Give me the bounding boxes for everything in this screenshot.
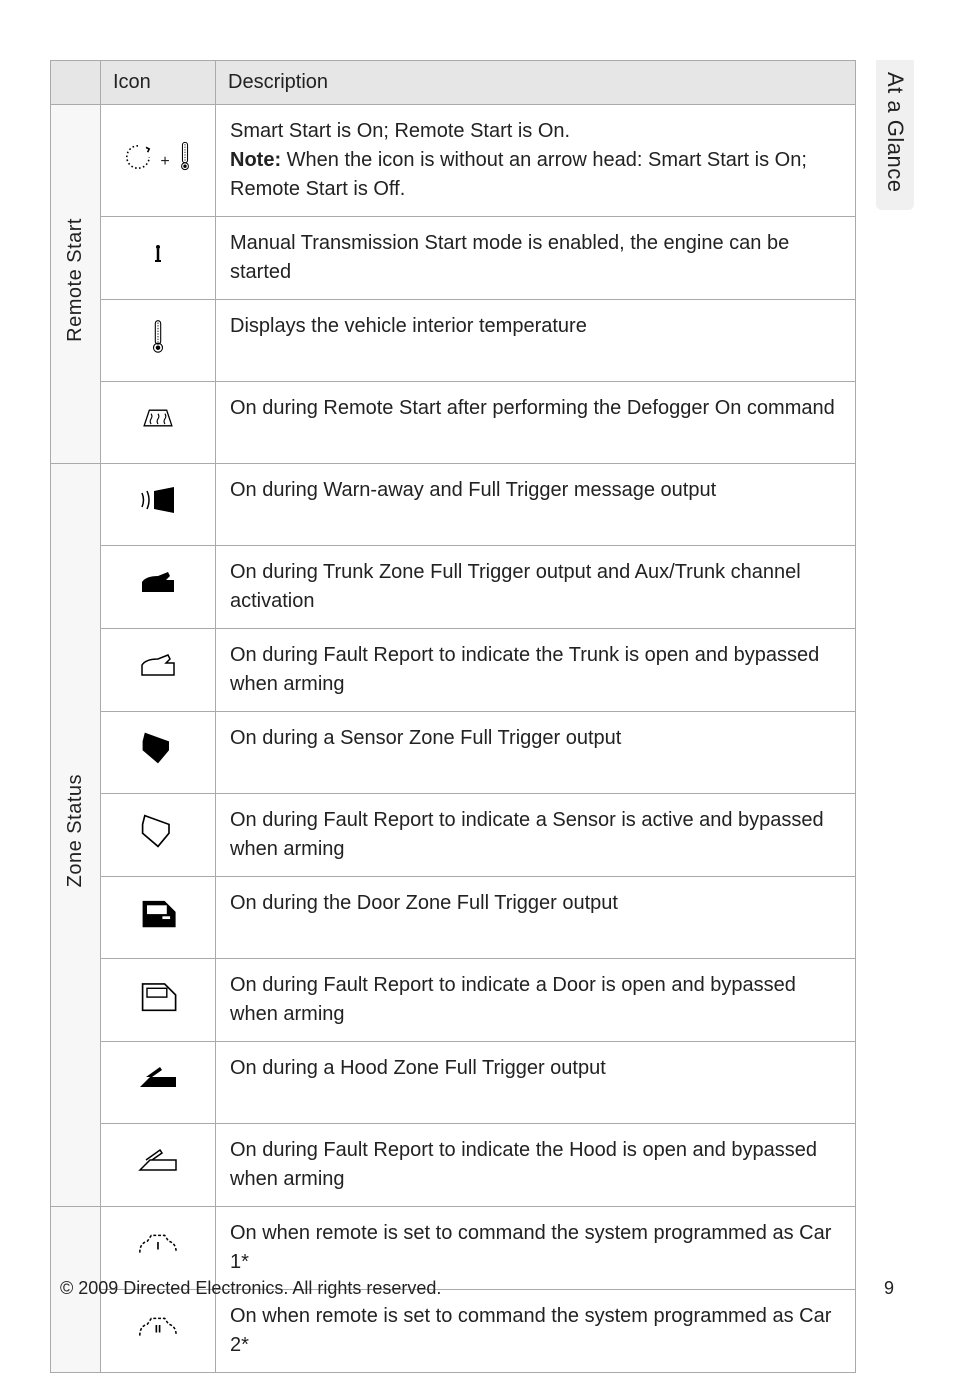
desc-cell: On during a Hood Zone Full Trigger outpu… bbox=[216, 1042, 856, 1124]
smart-start-remote-start-icon: + bbox=[101, 105, 216, 217]
page-number: 9 bbox=[884, 1278, 894, 1299]
desc-cell: On during Fault Report to indicate a Sen… bbox=[216, 794, 856, 877]
door-solid-icon bbox=[101, 877, 216, 959]
copyright-text: © 2009 Directed Electronics. All rights … bbox=[60, 1278, 441, 1299]
section-tab: At a Glance bbox=[876, 60, 914, 210]
trunk-outline-icon bbox=[101, 629, 216, 712]
sensor-outline-icon bbox=[101, 794, 216, 877]
desc-cell: On during Fault Report to indicate the T… bbox=[216, 629, 856, 712]
desc-cell: On during Fault Report to indicate a Doo… bbox=[216, 959, 856, 1042]
desc-cell: On during Warn-away and Full Trigger mes… bbox=[216, 464, 856, 546]
icon-description-table: Icon Description Remote Start + bbox=[50, 60, 856, 1373]
thermometer-icon bbox=[101, 300, 216, 382]
header-icon: Icon bbox=[101, 61, 216, 105]
note-label: Note: bbox=[230, 149, 281, 171]
manual-transmission-icon bbox=[101, 217, 216, 300]
desc-cell: Manual Transmission Start mode is enable… bbox=[216, 217, 856, 300]
desc-text: When the icon is without an arrow head: … bbox=[230, 149, 807, 200]
desc-cell: Displays the vehicle interior temperatur… bbox=[216, 300, 856, 382]
door-outline-icon bbox=[101, 959, 216, 1042]
group-label: Remote Start bbox=[61, 218, 90, 342]
desc-cell: On during Fault Report to indicate the H… bbox=[216, 1124, 856, 1207]
defogger-icon bbox=[101, 382, 216, 464]
page-footer: © 2009 Directed Electronics. All rights … bbox=[60, 1278, 894, 1299]
desc-cell: On during the Door Zone Full Trigger out… bbox=[216, 877, 856, 959]
header-description: Description bbox=[216, 61, 856, 105]
desc-cell: On when remote is set to command the sys… bbox=[216, 1290, 856, 1373]
trunk-solid-icon bbox=[101, 546, 216, 629]
header-blank bbox=[51, 61, 101, 105]
desc-cell: On during Trunk Zone Full Trigger output… bbox=[216, 546, 856, 629]
sensor-solid-icon bbox=[101, 712, 216, 794]
desc-cell: On during a Sensor Zone Full Trigger out… bbox=[216, 712, 856, 794]
group-remote-start: Remote Start bbox=[51, 105, 101, 464]
group-zone-status: Zone Status bbox=[51, 464, 101, 1207]
car2-icon: II bbox=[101, 1290, 216, 1373]
desc-cell: On during Remote Start after performing … bbox=[216, 382, 856, 464]
hood-solid-icon bbox=[101, 1042, 216, 1124]
siren-icon bbox=[101, 464, 216, 546]
svg-text:I: I bbox=[156, 1240, 159, 1252]
hood-outline-icon bbox=[101, 1124, 216, 1207]
desc-text: Smart Start is On; Remote Start is On. bbox=[230, 120, 570, 142]
svg-text:II: II bbox=[155, 1323, 161, 1335]
group-label: Zone Status bbox=[61, 774, 90, 887]
desc-cell: Smart Start is On; Remote Start is On. N… bbox=[216, 105, 856, 217]
